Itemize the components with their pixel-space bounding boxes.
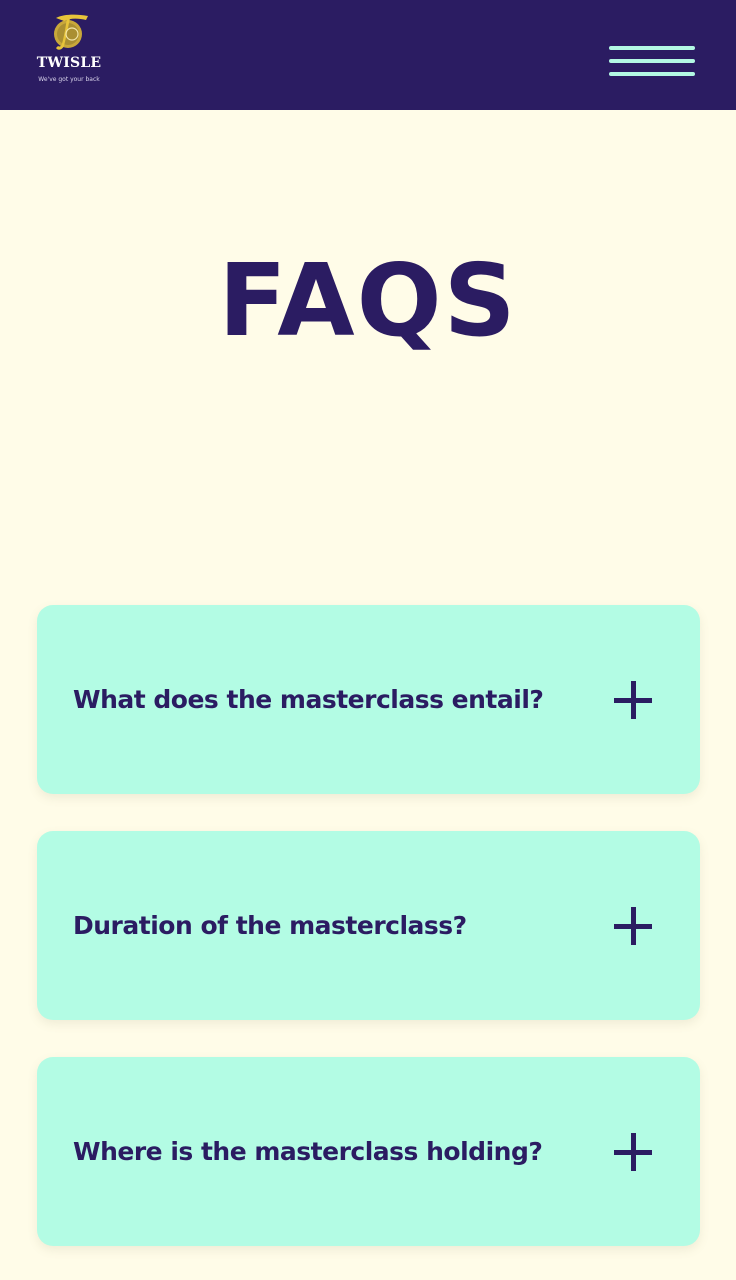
faq-question: What does the masterclass entail?: [73, 685, 544, 714]
plus-icon-bar-vertical: [631, 1133, 636, 1171]
page-title: FAQS: [218, 242, 518, 359]
logo-name: TWISLE: [36, 55, 102, 71]
faq-item-masterclass-location[interactable]: Where is the masterclass holding?: [37, 1057, 700, 1246]
plus-icon[interactable]: [614, 1133, 652, 1171]
hamburger-menu-button[interactable]: [606, 44, 698, 84]
logo[interactable]: TWISLE We've got your back: [34, 10, 104, 88]
menu-line-middle: [609, 59, 695, 63]
plus-icon-bar-vertical: [631, 681, 636, 719]
site-header: TWISLE We've got your back: [0, 0, 736, 110]
plus-icon[interactable]: [614, 681, 652, 719]
logo-tagline: We've got your back: [38, 76, 100, 83]
menu-line-bottom: [609, 72, 695, 76]
faq-item-masterclass-entail[interactable]: What does the masterclass entail?: [37, 605, 700, 794]
menu-line-top: [609, 46, 695, 50]
twisle-logo-emblem-icon: [54, 14, 88, 50]
plus-icon[interactable]: [614, 907, 652, 945]
plus-icon-bar-vertical: [631, 907, 636, 945]
faq-question: Where is the masterclass holding?: [73, 1137, 543, 1166]
faq-question: Duration of the masterclass?: [73, 911, 467, 940]
faq-item-masterclass-duration[interactable]: Duration of the masterclass?: [37, 831, 700, 1020]
